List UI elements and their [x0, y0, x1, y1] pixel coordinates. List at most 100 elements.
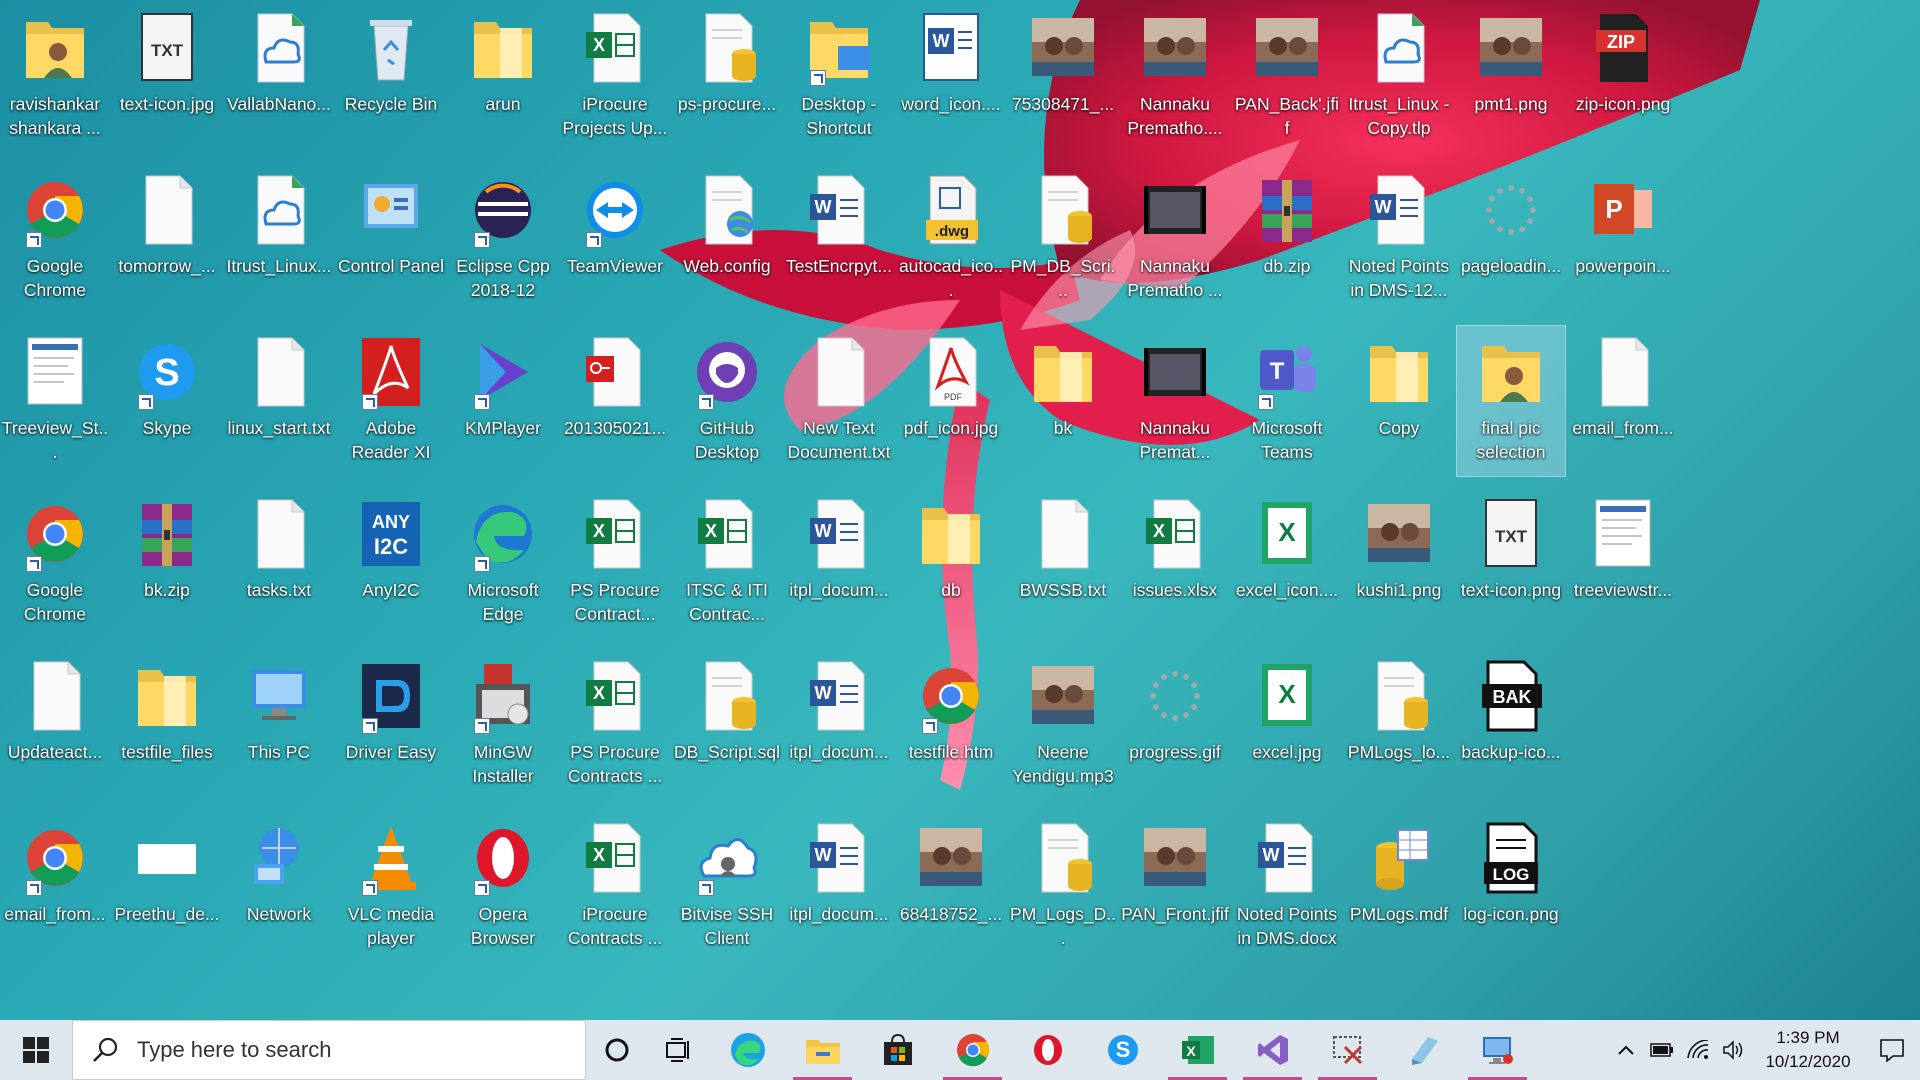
start-button[interactable]: [0, 1020, 72, 1080]
taskbar-store[interactable]: [860, 1020, 935, 1080]
task-view-button[interactable]: [648, 1020, 710, 1080]
desktop-icon[interactable]: S Skype: [113, 326, 221, 476]
desktop-icon[interactable]: MinGW Installer: [449, 650, 557, 800]
desktop-icon[interactable]: ZIP zip-icon.png: [1569, 2, 1677, 152]
desktop-icon[interactable]: bk.zip: [113, 488, 221, 638]
taskbar-clock[interactable]: 1:39 PM 10/12/2020: [1752, 1026, 1864, 1074]
desktop-icon[interactable]: Ppowerpoin...: [1569, 164, 1677, 314]
desktop-icon[interactable]: GitHub Desktop: [673, 326, 781, 476]
desktop-icon[interactable]: XiProcure Contracts ...: [561, 812, 669, 962]
desktop-icon[interactable]: BAK backup-ico...: [1457, 650, 1565, 800]
desktop-icon[interactable]: db: [897, 488, 1005, 638]
desktop-icon[interactable]: ps-procure...: [673, 2, 781, 152]
desktop-icon[interactable]: VLC media player: [337, 812, 445, 962]
desktop-icon[interactable]: linux_start.txt: [225, 326, 333, 476]
desktop-icon[interactable]: final pic selection: [1456, 325, 1566, 477]
desktop-icon[interactable]: Xissues.xlsx: [1121, 488, 1229, 638]
desktop-icon[interactable]: progress.gif: [1121, 650, 1229, 800]
desktop-icon[interactable]: Nannaku Premat...: [1121, 326, 1229, 476]
network-indicator[interactable]: [1680, 1020, 1716, 1080]
desktop-icon[interactable]: ANY I2C AnyI2C: [337, 488, 445, 638]
desktop-icon[interactable]: This PC: [225, 650, 333, 800]
desktop-icon[interactable]: kushi1.png: [1345, 488, 1453, 638]
desktop-icon[interactable]: Driver Easy: [337, 650, 445, 800]
desktop-icon[interactable]: Itrust_Linux - Copy.tlp: [1345, 2, 1453, 152]
desktop-icon[interactable]: Xexcel.jpg: [1233, 650, 1341, 800]
desktop-icon[interactable]: ravishankar shankara ...: [1, 2, 109, 152]
taskbar-edge[interactable]: [710, 1020, 785, 1080]
desktop-icon[interactable]: Nannaku Prematho....: [1121, 2, 1229, 152]
desktop-icon[interactable]: PM_DB_Scri...: [1009, 164, 1117, 314]
desktop-icon[interactable]: X PS Procure Contract...: [561, 488, 669, 638]
desktop-icon[interactable]: Microsoft Edge: [449, 488, 557, 638]
taskbar-skype[interactable]: S: [1085, 1020, 1160, 1080]
desktop-icon[interactable]: PMLogs.mdf: [1345, 812, 1453, 962]
show-hidden-icons-button[interactable]: [1608, 1020, 1644, 1080]
desktop-icon[interactable]: email_from...: [1569, 326, 1677, 476]
battery-indicator[interactable]: [1644, 1020, 1680, 1080]
desktop-icon[interactable]: KMPlayer: [449, 326, 557, 476]
taskbar-excel[interactable]: X: [1160, 1020, 1235, 1080]
desktop-icon[interactable]: Desktop - Shortcut: [785, 2, 893, 152]
desktop-icon[interactable]: 68418752_...: [897, 812, 1005, 962]
desktop-icon[interactable]: 75308471_...: [1009, 2, 1117, 152]
taskbar-opera[interactable]: [1010, 1020, 1085, 1080]
cortana-button[interactable]: [586, 1020, 648, 1080]
desktop-icon[interactable]: T Microsoft Teams: [1233, 326, 1341, 476]
desktop-icon[interactable]: Xexcel_icon....: [1233, 488, 1341, 638]
desktop-icon[interactable]: Recycle Bin: [337, 2, 445, 152]
desktop-icon[interactable]: pageloadin...: [1457, 164, 1565, 314]
desktop-icon[interactable]: Neene Yendigu.mp3: [1009, 650, 1117, 800]
desktop-icon[interactable]: treeviewstr...: [1569, 488, 1677, 638]
desktop-icon[interactable]: PM_Logs_D...: [1009, 812, 1117, 962]
action-center-button[interactable]: [1864, 1020, 1920, 1080]
desktop-icon[interactable]: XiProcure Projects Up...: [561, 2, 669, 152]
desktop-icon[interactable]: Google Chrome: [1, 488, 109, 638]
desktop-icon[interactable]: DB_Script.sql: [673, 650, 781, 800]
desktop-icon[interactable]: Google Chrome: [1, 164, 109, 314]
desktop-icon[interactable]: PDF pdf_icon.jpg: [897, 326, 1005, 476]
desktop-icon[interactable]: Opera Browser: [449, 812, 557, 962]
desktop-icon[interactable]: Copy: [1345, 326, 1453, 476]
desktop-icon[interactable]: Adobe Reader XI: [337, 326, 445, 476]
desktop-icon[interactable]: New Text Document.txt: [785, 326, 893, 476]
desktop-icon[interactable]: W TestEncrpyt...: [785, 164, 893, 314]
desktop-icon[interactable]: Wword_icon....: [897, 2, 1005, 152]
desktop-icon[interactable]: BWSSB.txt: [1009, 488, 1117, 638]
desktop-icon[interactable]: Web.config: [673, 164, 781, 314]
taskbar-search-box[interactable]: [72, 1020, 586, 1080]
volume-indicator[interactable]: [1716, 1020, 1752, 1080]
desktop-icon[interactable]: Itrust_Linux...: [225, 164, 333, 314]
taskbar-file-explorer[interactable]: [785, 1020, 860, 1080]
desktop-icon[interactable]: tasks.txt: [225, 488, 333, 638]
desktop-icon[interactable]: PMLogs_lo...: [1345, 650, 1453, 800]
desktop-icon[interactable]: tomorrow_...: [113, 164, 221, 314]
desktop-icon[interactable]: LOG log-icon.png: [1457, 812, 1565, 962]
desktop-icon[interactable]: X PS Procure Contracts ...: [561, 650, 669, 800]
taskbar-chrome[interactable]: [935, 1020, 1010, 1080]
desktop-icon[interactable]: Network: [225, 812, 333, 962]
desktop-icon[interactable]: Updateact...: [1, 650, 109, 800]
desktop-icon[interactable]: email_from...: [1, 812, 109, 962]
desktop-icon[interactable]: VallabNano...: [225, 2, 333, 152]
desktop-icon[interactable]: W Noted Points in DMS-12...: [1345, 164, 1453, 314]
desktop-icon[interactable]: .dwg autocad_ico...: [897, 164, 1005, 314]
desktop-icon[interactable]: Witpl_docum...: [785, 812, 893, 962]
desktop-icon[interactable]: bk: [1009, 326, 1117, 476]
desktop-icon[interactable]: Preethu_de...: [113, 812, 221, 962]
desktop-icon[interactable]: Witpl_docum...: [785, 650, 893, 800]
desktop-icon[interactable]: Witpl_docum...: [785, 488, 893, 638]
desktop-icon[interactable]: PAN_Front.jfif: [1121, 812, 1229, 962]
desktop-icon[interactable]: pmt1.png: [1457, 2, 1565, 152]
desktop-icon[interactable]: testfile_files: [113, 650, 221, 800]
desktop-icon[interactable]: TeamViewer: [561, 164, 669, 314]
desktop-icon[interactable]: PAN_Back'.jfif: [1233, 2, 1341, 152]
taskbar-visual-studio[interactable]: [1235, 1020, 1310, 1080]
desktop-icon[interactable]: arun: [449, 2, 557, 152]
desktop-icon[interactable]: Treeview_St...: [1, 326, 109, 476]
search-input[interactable]: [135, 1036, 519, 1064]
desktop-icon[interactable]: TXT text-icon.png: [1457, 488, 1565, 638]
desktop-icon[interactable]: Bitvise SSH Client: [673, 812, 781, 962]
desktop-icon[interactable]: X ITSC & ITI Contrac...: [673, 488, 781, 638]
desktop-icon[interactable]: Eclipse Cpp 2018-12: [449, 164, 557, 314]
